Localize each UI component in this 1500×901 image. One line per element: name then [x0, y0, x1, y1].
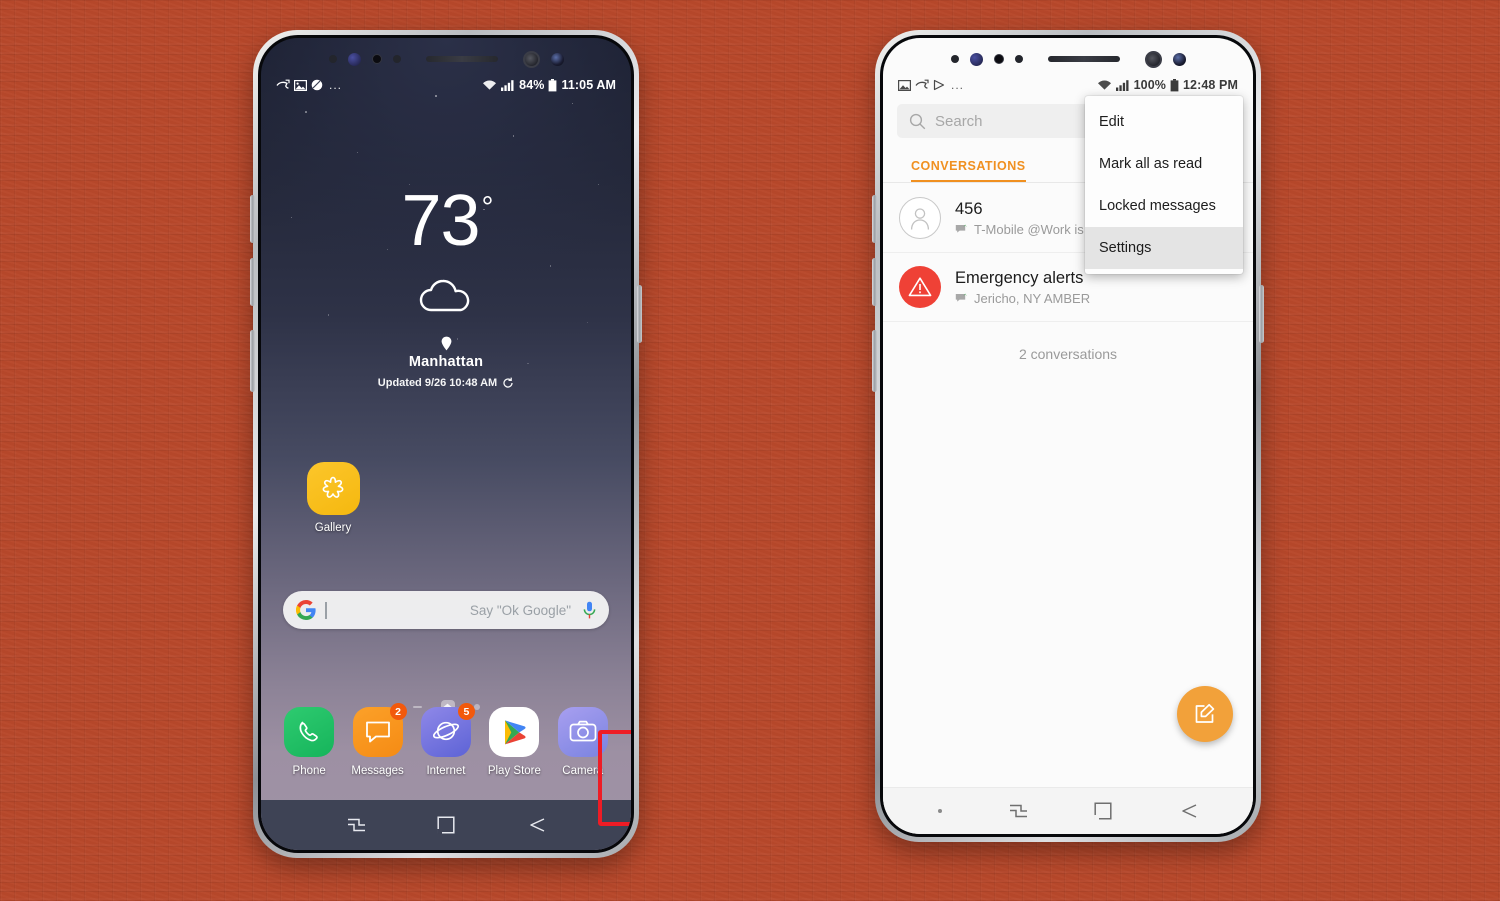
battery-percent: 84%: [519, 78, 545, 92]
search-placeholder: Search: [935, 112, 983, 130]
background-texture: [0, 0, 1500, 901]
google-search-placeholder: Say "Ok Google": [469, 602, 571, 618]
dock: Phone 2 Messages 5 Internet Play Store C…: [261, 701, 631, 793]
dock-app-phone[interactable]: Phone: [278, 707, 340, 777]
phone-device-left: ... 84% 11:05 AM 73° Manhattan Updated 9…: [250, 30, 642, 858]
status-more-dots: ...: [329, 78, 343, 92]
google-search-widget[interactable]: Say "Ok Google": [283, 591, 609, 629]
volume-down-button-right[interactable]: [872, 258, 877, 306]
phone-icon: [284, 707, 335, 757]
microphone-icon[interactable]: [583, 601, 596, 620]
power-button-right[interactable]: [1259, 285, 1264, 343]
signal-bars-icon: [1115, 80, 1129, 91]
conversation-count: 2 conversations: [1018, 346, 1118, 362]
missed-call-icon: [276, 79, 290, 89]
app-label-gallery: Gallery: [314, 522, 352, 534]
messages-app: ... 100% 12:48 PM Search CONVERSATIONS 4…: [883, 38, 1253, 834]
delivered-icon: [955, 224, 968, 233]
refresh-icon[interactable]: [502, 377, 514, 389]
status-clock: 11:05 AM: [561, 78, 616, 92]
gallery-icon: [306, 462, 360, 515]
compose-message-fab[interactable]: [1177, 686, 1233, 742]
weather-widget[interactable]: 73° Manhattan Updated 9/26 10:48 AM: [261, 185, 631, 390]
image-icon: [898, 79, 911, 91]
status-more-dots-right: ...: [951, 78, 965, 92]
navigation-bar-left: [261, 800, 631, 850]
conversation-preview: Jericho, NY AMBER: [974, 290, 1091, 306]
bixby-button-right[interactable]: [872, 330, 877, 392]
camera-icon: [557, 707, 608, 757]
missed-call-icon: [915, 79, 929, 89]
menu-item-settings[interactable]: Settings: [1085, 227, 1243, 269]
dock-app-camera[interactable]: Camera: [552, 707, 614, 777]
signal-bars-icon: [501, 80, 514, 91]
alert-triangle-icon: [899, 266, 941, 308]
status-bar: ... 84% 11:05 AM: [261, 74, 631, 96]
search-icon: [909, 113, 926, 129]
battery-percent-right: 100%: [1133, 78, 1166, 92]
dock-app-play-store[interactable]: Play Store: [483, 707, 545, 777]
recents-icon[interactable]: [346, 816, 367, 834]
compose-icon: [1195, 703, 1215, 723]
messages-badge: 2: [389, 703, 407, 720]
google-g-icon: [296, 600, 316, 620]
menu-item-locked-messages[interactable]: Locked messages: [1085, 185, 1243, 227]
image-icon: [294, 79, 307, 91]
app-icon-gallery[interactable]: Gallery: [299, 462, 367, 534]
play-store-icon: [489, 707, 540, 757]
bixby-button[interactable]: [250, 330, 255, 392]
back-icon[interactable]: [1178, 802, 1198, 820]
messages-icon: 2: [352, 703, 407, 757]
delivered-icon: [955, 293, 968, 302]
battery-icon: [1170, 78, 1179, 91]
navigation-bar-right: [883, 787, 1253, 834]
circle-icon: [311, 79, 323, 91]
cloud-icon: [261, 274, 631, 318]
dock-label-play-store: Play Store: [487, 765, 541, 777]
volume-down-button[interactable]: [250, 258, 255, 306]
overflow-menu: Edit Mark all as read Locked messages Se…: [1085, 96, 1243, 274]
back-icon[interactable]: [526, 816, 546, 834]
dock-label-camera: Camera: [562, 765, 604, 777]
tab-conversations[interactable]: CONVERSATIONS: [911, 159, 1026, 182]
volume-up-button-right[interactable]: [872, 195, 877, 243]
dock-app-internet[interactable]: 5 Internet: [415, 703, 477, 777]
home-icon[interactable]: [437, 816, 456, 834]
wifi-icon: [483, 80, 497, 90]
dock-app-messages[interactable]: 2 Messages: [347, 703, 409, 777]
contact-avatar-icon: [899, 197, 941, 239]
location-pin-icon: [261, 336, 631, 352]
weather-temperature: 73: [401, 181, 480, 261]
menu-item-edit[interactable]: Edit: [1085, 101, 1243, 143]
home-icon[interactable]: [1094, 802, 1112, 820]
screen-left: ... 84% 11:05 AM 73° Manhattan Updated 9…: [261, 38, 631, 850]
dock-label-phone: Phone: [292, 765, 326, 777]
dock-label-internet: Internet: [426, 765, 466, 777]
internet-icon: 5: [420, 703, 475, 757]
status-bar-right: ... 100% 12:48 PM: [883, 74, 1253, 96]
degree-symbol: °: [481, 191, 494, 224]
dock-label-messages: Messages: [351, 765, 404, 777]
volume-up-button[interactable]: [250, 195, 255, 243]
screen-right: ... 100% 12:48 PM Search CONVERSATIONS 4…: [883, 38, 1253, 834]
status-dot-indicator: [937, 809, 942, 813]
wifi-icon: [1097, 80, 1111, 90]
weather-updated-text: Updated 9/26 10:48 AM: [377, 377, 498, 390]
status-clock-right: 12:48 PM: [1183, 78, 1238, 92]
phone-device-right: ... 100% 12:48 PM Search CONVERSATIONS 4…: [872, 30, 1264, 842]
battery-icon: [549, 78, 557, 91]
conversation-preview: T-Mobile @Work is: [974, 221, 1084, 237]
play-icon: [933, 79, 945, 91]
recents-icon[interactable]: [1008, 802, 1029, 820]
menu-item-mark-all-as-read[interactable]: Mark all as read: [1085, 143, 1243, 185]
weather-city: Manhattan: [408, 354, 484, 371]
power-button[interactable]: [637, 285, 642, 343]
internet-badge: 5: [457, 703, 475, 720]
